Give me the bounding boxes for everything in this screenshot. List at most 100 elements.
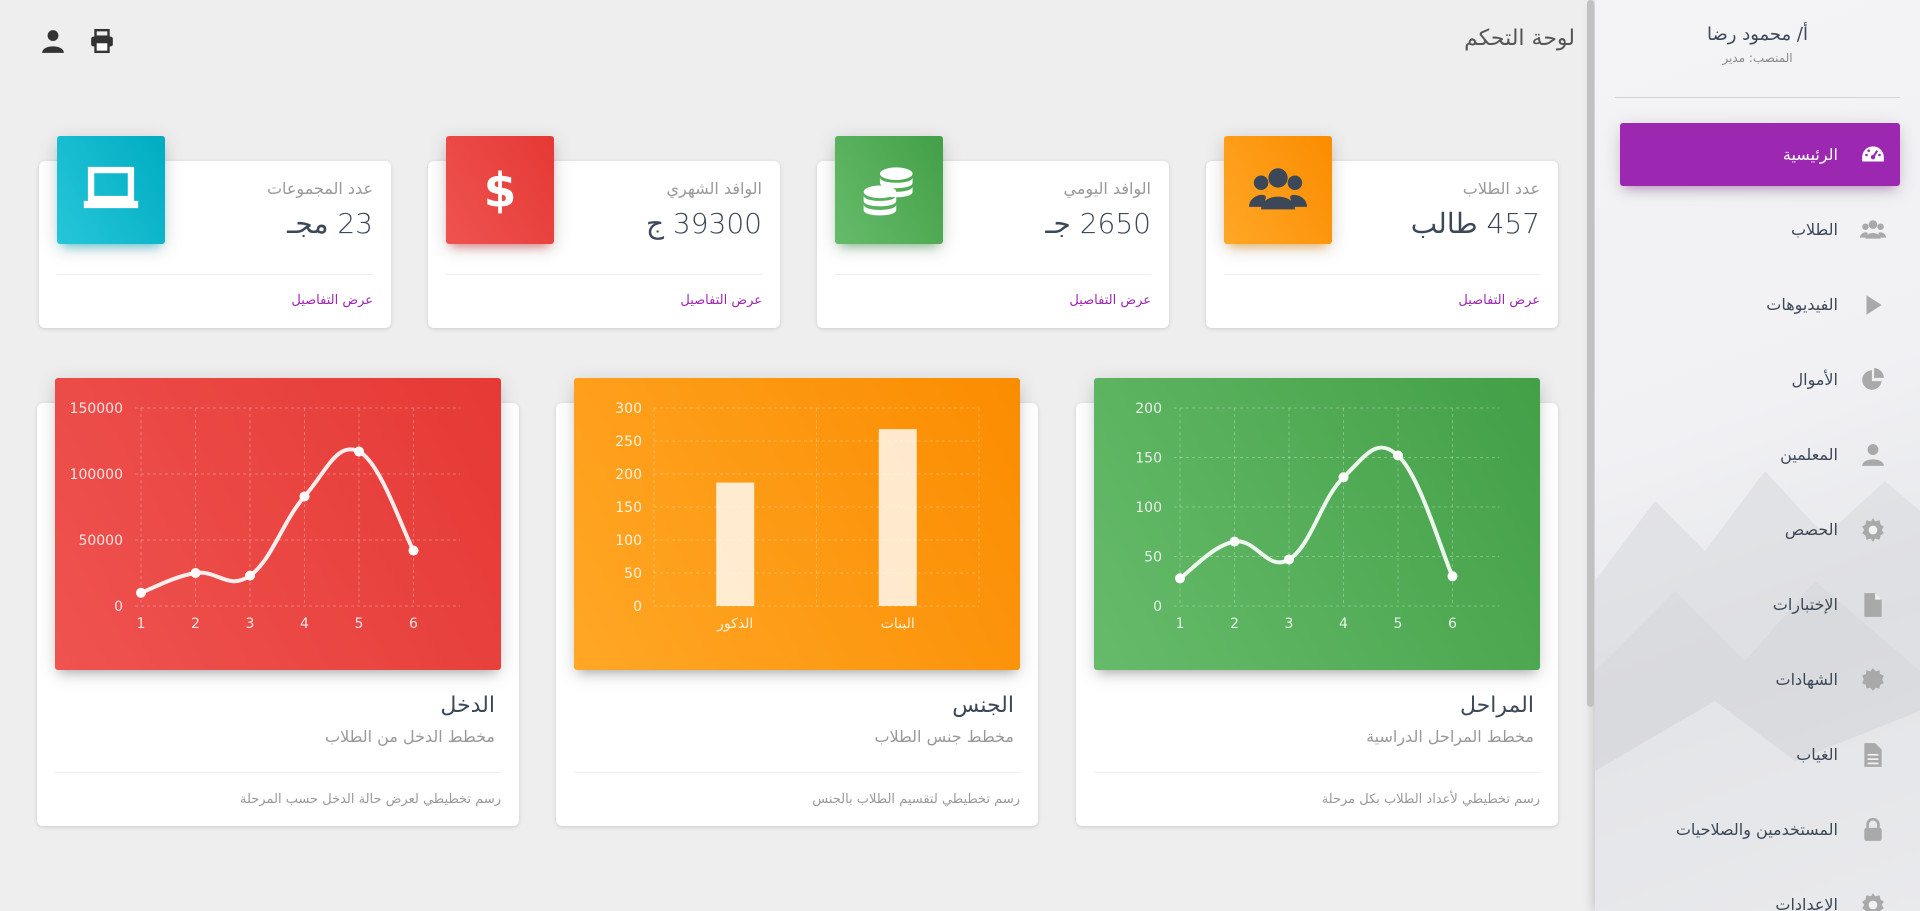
sidebar-item-10[interactable]: الإعدادات bbox=[1620, 873, 1900, 911]
sidebar-item-5[interactable]: الحصص bbox=[1620, 498, 1900, 561]
sidebar-nav: الرئيسية الطلاب الفيديوهات الأموال المعلمين ا… bbox=[1620, 123, 1900, 911]
y-tick-label: 150 bbox=[615, 500, 642, 516]
x-tick-label: 6 bbox=[1448, 616, 1457, 632]
sidebar-item-0[interactable]: الرئيسية bbox=[1620, 123, 1900, 186]
data-point bbox=[1447, 571, 1458, 582]
sidebar-item-label: الإعدادات bbox=[1775, 895, 1838, 911]
sidebar-item-label: المعلمين bbox=[1780, 445, 1838, 464]
data-point bbox=[1393, 450, 1403, 461]
print-icon[interactable] bbox=[89, 28, 115, 54]
stat-divider bbox=[57, 274, 373, 275]
x-tick-label: 5 bbox=[355, 616, 364, 632]
chart-title: المراحل bbox=[1459, 693, 1534, 718]
sidebar-item-4[interactable]: المعلمين bbox=[1620, 423, 1900, 486]
sidebar-item-6[interactable]: الإختبارات bbox=[1620, 573, 1900, 636]
stat-value: 23 مجـ bbox=[287, 207, 373, 240]
stat-label: الوافد اليومي bbox=[1063, 179, 1151, 198]
chart-subtitle: مخطط جنس الطلاب bbox=[874, 727, 1014, 746]
data-point bbox=[1229, 536, 1240, 547]
stat-divider bbox=[835, 274, 1151, 275]
users-icon bbox=[1858, 215, 1888, 245]
sidebar-divider bbox=[1615, 97, 1900, 98]
sidebar-item-label: الشهادات bbox=[1775, 670, 1838, 689]
y-tick-label: 300 bbox=[615, 401, 642, 417]
sidebar-item-label: الإختبارات bbox=[1772, 595, 1838, 614]
chart-divider bbox=[55, 772, 501, 773]
sidebar-item-label: الأموال bbox=[1791, 370, 1838, 389]
series-line bbox=[140, 447, 416, 595]
x-tick-label: 3 bbox=[246, 616, 255, 632]
bar bbox=[878, 429, 917, 606]
chart-header: 0 50 100 150 200 250 300 الذكور البنات bbox=[574, 378, 1020, 670]
sidebar-item-7[interactable]: الشهادات bbox=[1620, 648, 1900, 711]
chart-header: 0 50 100 150 200 1 2 3 4 5 6 bbox=[1094, 378, 1540, 670]
view-details-link[interactable]: عرض التفاصيل bbox=[680, 293, 762, 308]
chart-subtitle: مخطط الدخل من الطلاب bbox=[325, 727, 495, 746]
svg-text:$: $ bbox=[484, 163, 517, 218]
chart-header: 0 50000 100000 150000 1 2 3 4 5 6 bbox=[55, 378, 501, 670]
stat-label: عدد الطلاب bbox=[1462, 179, 1540, 198]
sidebar-item-label: الطلاب bbox=[1790, 220, 1838, 239]
chart-divider bbox=[574, 772, 1020, 773]
play-icon bbox=[1858, 290, 1888, 320]
stat-divider bbox=[446, 274, 762, 275]
y-tick-label: 50 bbox=[624, 566, 642, 582]
user-name: أ/ محمود رضا bbox=[1707, 24, 1808, 45]
bar bbox=[716, 482, 755, 606]
sidebar-item-3[interactable]: الأموال bbox=[1620, 348, 1900, 411]
x-tick-label: 3 bbox=[1285, 616, 1294, 632]
sidebar-item-2[interactable]: الفيديوهات bbox=[1620, 273, 1900, 336]
x-tick-label: 6 bbox=[409, 616, 418, 632]
x-tick-label: البنات bbox=[881, 616, 915, 632]
y-tick-label: 100 bbox=[615, 533, 642, 549]
x-tick-label: 2 bbox=[191, 616, 200, 632]
pie-chart-icon bbox=[1858, 365, 1888, 395]
sidebar-item-label: الرئيسية bbox=[1782, 145, 1838, 164]
chart-footer: رسم تخطيطي لتقسيم الطلاب بالجنس bbox=[812, 792, 1020, 807]
chart-footer: رسم تخطيطي لعرض حالة الدخل حسب المرحلة bbox=[239, 792, 501, 807]
page-scrollbar[interactable] bbox=[1586, 0, 1595, 911]
data-point bbox=[190, 568, 201, 578]
x-tick-label: 5 bbox=[1394, 616, 1403, 632]
gear-icon bbox=[1858, 515, 1888, 545]
view-details-link[interactable]: عرض التفاصيل bbox=[1069, 293, 1151, 308]
file-icon bbox=[1858, 590, 1888, 620]
sidebar-item-9[interactable]: المستخدمين والصلاحيات bbox=[1620, 798, 1900, 861]
x-tick-label: 1 bbox=[137, 616, 146, 632]
data-point bbox=[245, 570, 255, 581]
chart-card: 0 50 100 150 200 1 2 3 4 5 6 المراحل مخطط المراحل ال… bbox=[1076, 378, 1558, 826]
y-tick-label: 0 bbox=[1153, 599, 1162, 615]
stat-card: الوافد اليومي 2650 جـ عرض التفاصيل bbox=[817, 136, 1169, 328]
scrollbar-thumb[interactable] bbox=[1587, 0, 1594, 707]
sidebar-item-8[interactable]: الغياب bbox=[1620, 723, 1900, 786]
sidebar-item-label: الفيديوهات bbox=[1766, 295, 1838, 314]
y-tick-label: 200 bbox=[1135, 401, 1162, 417]
chart-svg: 0 50 100 150 200 1 2 3 4 5 6 bbox=[1135, 401, 1499, 632]
user-icon bbox=[1858, 440, 1888, 470]
y-tick-label: 200 bbox=[615, 467, 642, 483]
view-details-link[interactable]: عرض التفاصيل bbox=[1458, 293, 1540, 308]
sidebar-item-label: المستخدمين والصلاحيات bbox=[1675, 820, 1838, 839]
stat-value: 39300 ج bbox=[645, 207, 762, 240]
stat-card: عدد الطلاب 457 طالب عرض التفاصيل bbox=[1206, 136, 1558, 328]
stat-label: عدد المجموعات bbox=[266, 179, 373, 198]
user-profile: أ/ محمود رضا المنصب: مدير bbox=[1595, 24, 1920, 65]
view-details-link[interactable]: عرض التفاصيل bbox=[291, 293, 373, 308]
dollar-icon: $ bbox=[446, 136, 554, 244]
stat-divider bbox=[1224, 274, 1540, 275]
y-tick-label: 0 bbox=[633, 599, 642, 615]
x-tick-label: 2 bbox=[1230, 616, 1239, 632]
y-tick-label: 50000 bbox=[78, 533, 123, 549]
stat-card: عدد المجموعات 23 مجـ عرض التفاصيل bbox=[39, 136, 391, 328]
x-tick-label: الذكور bbox=[716, 616, 753, 632]
data-point bbox=[136, 587, 146, 598]
y-tick-label: 250 bbox=[615, 434, 642, 450]
stat-value: 457 طالب bbox=[1410, 207, 1540, 240]
sidebar-item-1[interactable]: الطلاب bbox=[1620, 198, 1900, 261]
profile-icon[interactable] bbox=[40, 28, 66, 54]
stat-card: $ الوافد الشهري 39300 ج عرض التفاصيل bbox=[428, 136, 780, 328]
x-tick-label: 4 bbox=[300, 616, 309, 632]
gear-icon bbox=[1858, 890, 1888, 911]
y-tick-label: 100 bbox=[1135, 500, 1162, 516]
x-tick-label: 4 bbox=[1339, 616, 1348, 632]
